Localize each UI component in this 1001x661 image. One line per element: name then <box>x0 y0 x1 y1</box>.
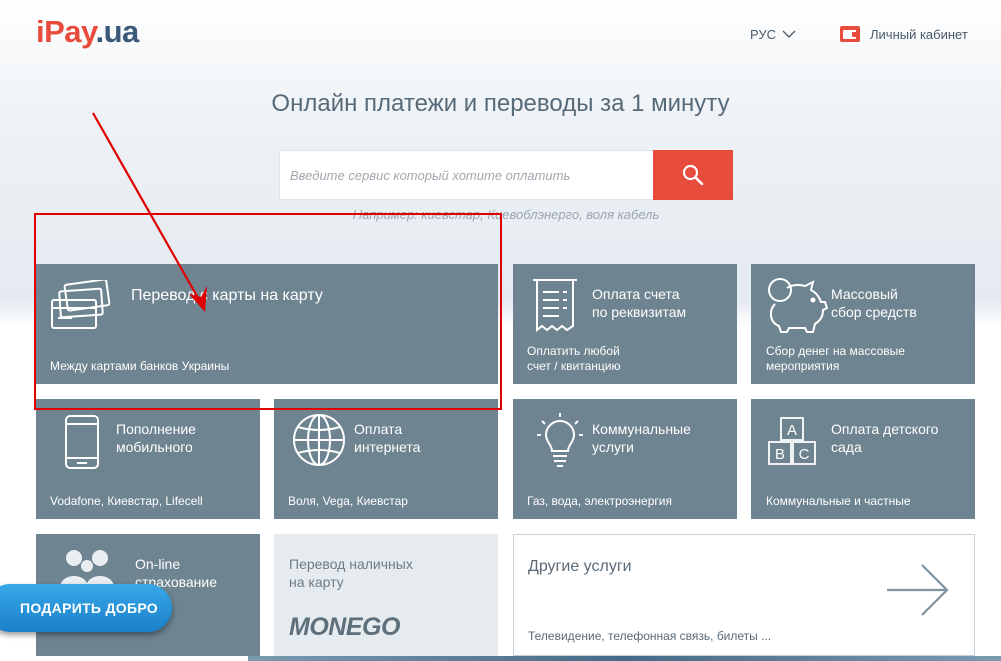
tile-title-line1: Оплата <box>354 421 403 437</box>
tile-subtitle-line2: мероприятия <box>766 359 840 373</box>
tile-mass-collection[interactable]: Массовый сбор средств Сбор денег на масс… <box>751 264 975 384</box>
page-headline: Онлайн платежи и переводы за 1 минуту <box>271 90 730 117</box>
abc-block-letter: A <box>787 422 797 439</box>
search-example-hint: Например: киевстар, Киевоблэнерго, воля … <box>352 207 660 222</box>
cards-icon <box>51 280 111 329</box>
donate-good-button[interactable]: ПОДАРИТЬ ДОБРО <box>0 584 172 632</box>
tile-utilities[interactable]: Коммунальные услуги Газ, вода, электроэн… <box>513 399 737 519</box>
piggy-bank-icon <box>768 278 829 333</box>
cabinet-label: Личный кабинет <box>870 26 968 42</box>
tile-subtitle: Между картами банков Украины <box>50 359 230 373</box>
abc-block-letter: B <box>775 446 785 463</box>
tile-subtitle-line1: Сбор денег на массовые <box>766 344 905 358</box>
abc-block-letter: C <box>799 446 810 463</box>
service-search-input[interactable] <box>279 150 653 200</box>
tile-title-line2: интернета <box>354 439 421 455</box>
receipt-icon <box>533 279 577 333</box>
globe-icon <box>293 414 345 466</box>
tile-subtitle: Воля, Vega, Киевстар <box>288 494 408 508</box>
tile-title-line2: мобильного <box>116 439 193 455</box>
tile-title: Перевод с карты на карту <box>131 287 323 304</box>
footer-strip <box>248 656 1001 661</box>
tile-invoice-payment[interactable]: Оплата счета по реквизитам Оплатить любо… <box>513 264 737 384</box>
language-label: РУС <box>750 27 777 42</box>
tile-subtitle: Газ, вода, электроэнергия <box>527 494 672 508</box>
tile-title-line2: услуги <box>592 439 634 455</box>
tile-title-line1: Массовый <box>831 286 898 302</box>
tile-mobile-topup[interactable]: Пополнение мобильного Vodafone, Киевстар… <box>36 399 260 519</box>
tile-card-to-card[interactable]: Перевод с карты на карту Между картами б… <box>36 264 498 384</box>
tile-internet-payment[interactable]: Оплата интернета Воля, Vega, Киевстар <box>274 399 498 519</box>
wallet-icon <box>840 26 860 42</box>
tile-title-line1: Коммунальные <box>592 421 691 437</box>
search-icon <box>682 164 704 186</box>
tile-title-line1: Пополнение <box>116 421 196 437</box>
tile-subtitle: Vodafone, Киевстар, Lifecell <box>50 494 203 508</box>
personal-cabinet-link[interactable]: Личный кабинет <box>840 25 968 43</box>
monego-logo: MONEGO <box>289 613 400 641</box>
light-bulb-icon <box>537 413 583 467</box>
tile-title-line2: по реквизитам <box>592 304 687 320</box>
language-selector[interactable]: РУС <box>750 27 796 42</box>
tile-kindergarten[interactable]: A B C Оплата детского сада Коммунальные … <box>751 399 975 519</box>
tile-subtitle-line1: Оплатить любой <box>527 344 620 358</box>
tile-subtitle-line2: счет / квитанцию <box>527 359 621 373</box>
tile-subtitle: Телевидение, телефонная связь, билеты ..… <box>528 629 772 643</box>
tile-cash-to-card[interactable]: Перевод наличных на карту MONEGO <box>274 534 498 656</box>
tile-title-line1: On-line <box>135 556 181 572</box>
tile-title-line1: Оплата детского <box>831 421 939 437</box>
tile-title-line1: Перевод наличных <box>289 556 413 572</box>
tile-other-services[interactable]: Другие услуги Телевидение, телефонная св… <box>513 534 975 656</box>
search-button[interactable] <box>653 150 733 200</box>
arrow-right-icon <box>887 564 949 616</box>
chevron-down-icon <box>782 30 796 38</box>
abc-blocks-icon: A B C <box>768 417 816 465</box>
logo[interactable]: iPay.ua <box>36 14 139 50</box>
tile-subtitle: Коммунальные и частные <box>766 494 911 508</box>
tile-title-line1: Оплата счета <box>592 286 680 302</box>
mobile-phone-icon <box>65 415 99 469</box>
tile-title: Другие услуги <box>528 558 632 575</box>
tile-title-line2: сада <box>831 439 862 455</box>
tile-title-line2: на карту <box>289 574 344 590</box>
family-icon <box>60 550 114 588</box>
tile-title-line2: сбор средств <box>831 304 917 320</box>
